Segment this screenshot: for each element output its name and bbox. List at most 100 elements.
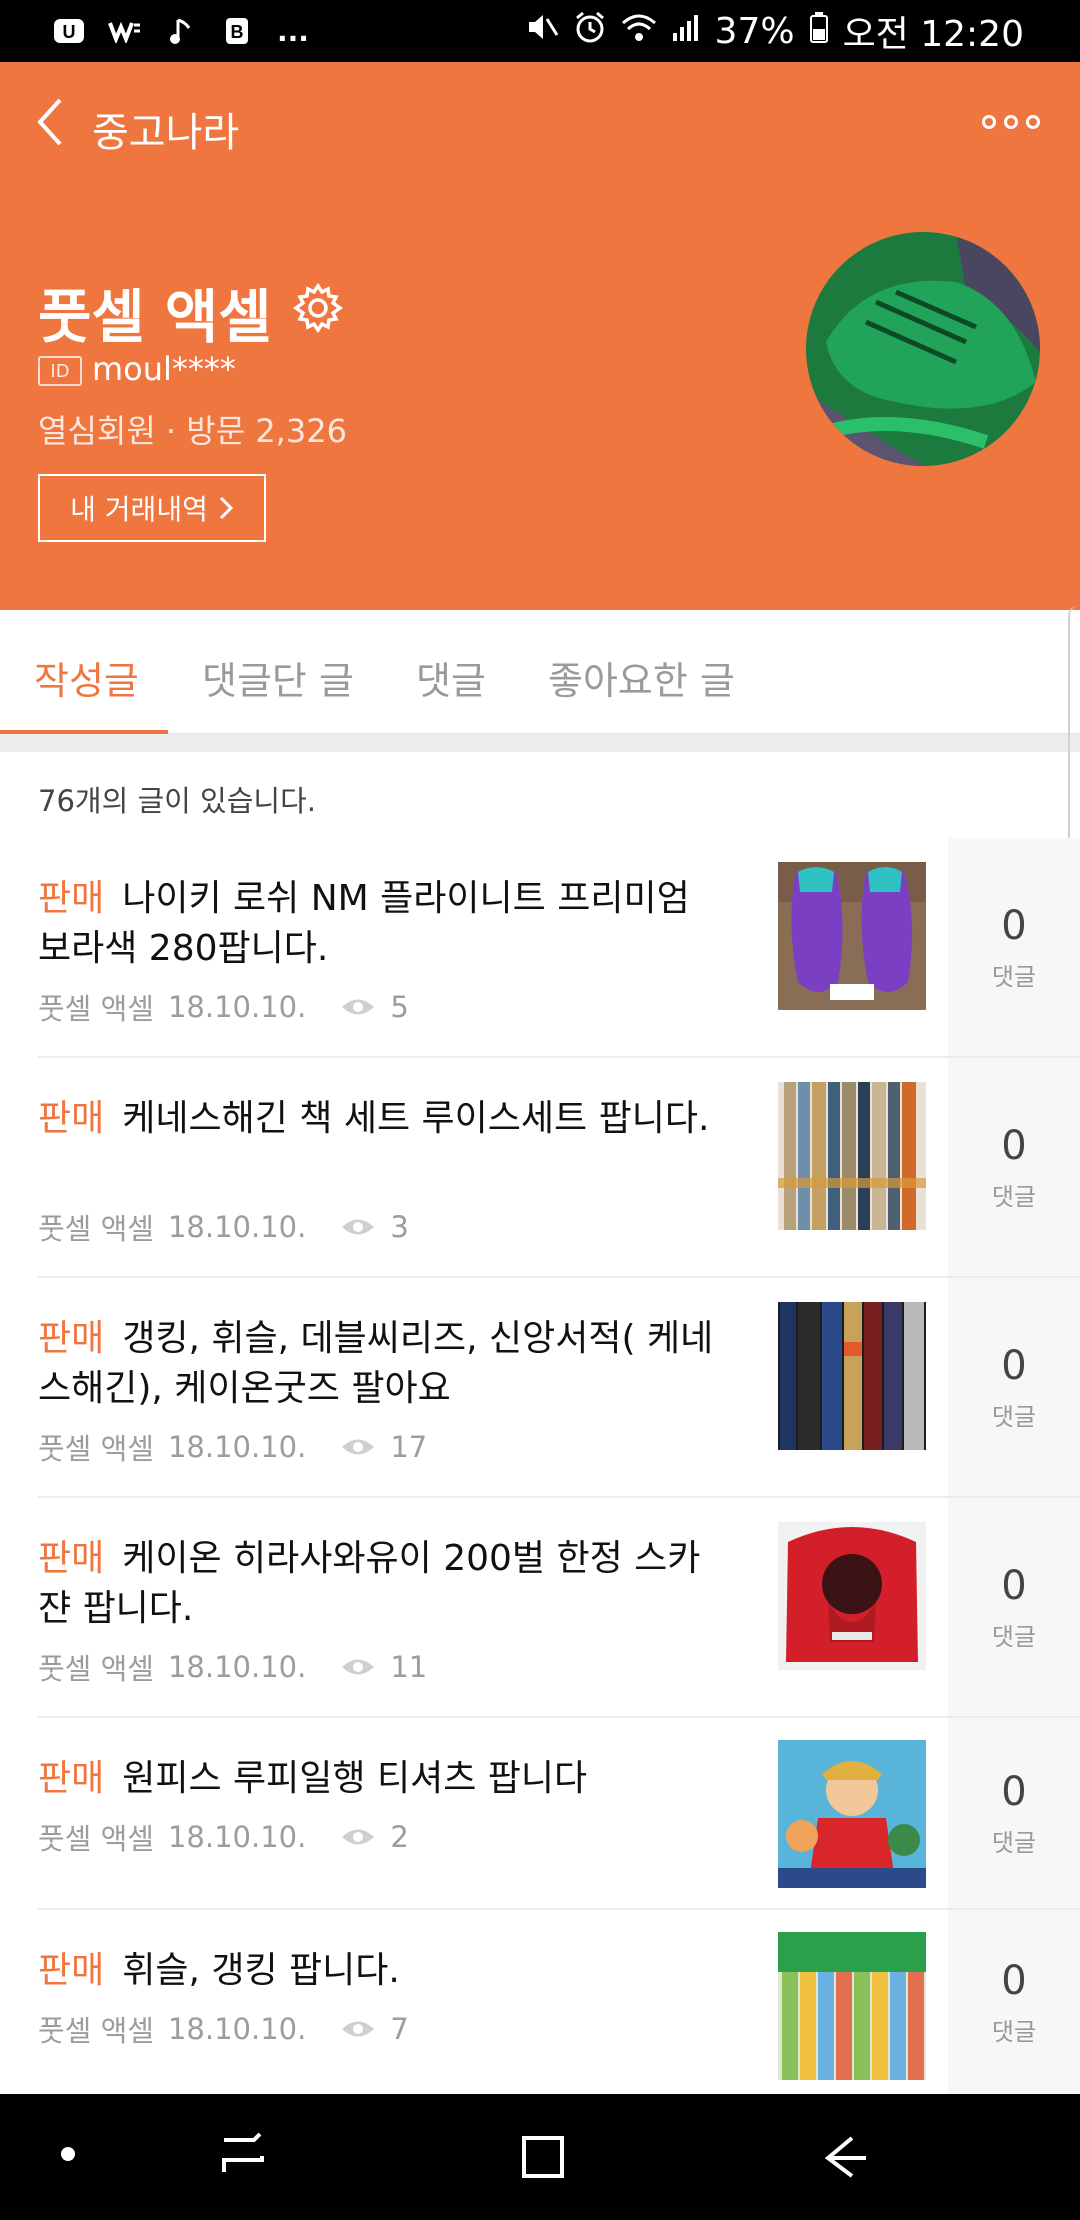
post-thumbnail[interactable] <box>778 1082 926 1230</box>
comment-count-box[interactable]: 0 댓글 <box>948 1718 1080 1908</box>
post-views: 11 <box>390 1650 428 1684</box>
trade-history-button[interactable]: 내 거래내역 <box>38 474 266 542</box>
post-meta: 풋셀 액셀 18.10.10. 11 <box>38 1646 427 1688</box>
post-title[interactable]: 판매 휘슬, 갱킹 팝니다. <box>38 1946 718 1996</box>
list-item[interactable]: 판매 나이키 로쉬 NM 플라이니트 프리미엄 보라색 280팝니다. 풋셀 액셀… <box>0 838 1080 1058</box>
battery-icon <box>809 11 829 52</box>
comment-count-box[interactable]: 0 댓글 <box>948 1910 1080 2094</box>
post-title-text: 갱킹, 휘슬, 데블씨리즈, 신앙서적( 케네스해긴), 케이온굿즈 팔아요 <box>38 1318 714 1409</box>
avatar[interactable] <box>806 232 1040 466</box>
id-badge: ID <box>38 356 82 386</box>
back-icon[interactable] <box>818 2132 878 2182</box>
list-item[interactable]: 판매 휘슬, 갱킹 팝니다. 풋셀 액셀 18.10.10. 7 0 댓글 <box>0 1910 1080 2094</box>
eye-icon <box>342 1439 375 1455</box>
status-left-icons: U B ... <box>52 10 310 52</box>
comment-label: 댓글 <box>991 2017 1037 2046</box>
status-right: 37% 오전 12:20 <box>525 8 1024 55</box>
post-date: 18.10.10. <box>167 2012 307 2046</box>
user-id: moul**** <box>92 350 236 388</box>
comment-count-box[interactable]: 0 댓글 <box>948 1498 1080 1716</box>
post-views: 2 <box>390 1820 409 1854</box>
post-title[interactable]: 판매 나이키 로쉬 NM 플라이니트 프리미엄 보라색 280팝니다. <box>38 874 718 974</box>
post-title-text: 케네스해긴 책 세트 루이스세트 팝니다. <box>122 1098 710 1139</box>
post-thumbnail[interactable] <box>778 1302 926 1450</box>
more-options-button[interactable] <box>982 110 1042 134</box>
svg-text:B: B <box>231 22 244 42</box>
comment-label: 댓글 <box>991 1622 1037 1651</box>
gear-icon[interactable] <box>292 282 344 334</box>
post-category: 판매 <box>38 1758 105 1799</box>
recent-apps-icon[interactable] <box>214 2132 274 2182</box>
post-thumbnail[interactable] <box>778 1740 926 1888</box>
more-dot-icon <box>1026 115 1040 129</box>
music-icon <box>164 16 198 46</box>
post-meta: 풋셀 액셀 18.10.10. 3 <box>38 1206 409 1248</box>
post-title-text: 휘슬, 갱킹 팝니다. <box>122 1950 400 1991</box>
post-thumbnail[interactable] <box>778 862 926 1010</box>
post-category: 판매 <box>38 878 105 919</box>
dot-icon[interactable] <box>52 2132 112 2182</box>
chevron-left-icon <box>37 98 62 146</box>
post-title-text: 원피스 루피일행 티셔츠 팝니다 <box>122 1758 588 1799</box>
home-icon[interactable] <box>514 2132 574 2182</box>
post-meta: 풋셀 액셀 18.10.10. 7 <box>38 2008 409 2050</box>
eye-icon <box>342 999 375 1015</box>
post-author: 풋셀 액셀 <box>38 1822 154 1856</box>
post-date: 18.10.10. <box>167 1210 307 1244</box>
tab-liked-posts[interactable]: 좋아요한 글 <box>548 650 735 705</box>
tab-comments[interactable]: 댓글 <box>416 650 486 705</box>
comment-count-box[interactable]: 0 댓글 <box>948 1058 1080 1276</box>
post-author: 풋셀 액셀 <box>38 2014 154 2048</box>
post-category: 판매 <box>38 1538 105 1579</box>
eye-icon <box>342 1659 375 1675</box>
post-meta: 풋셀 액셀 18.10.10. 2 <box>38 1816 409 1858</box>
eye-icon <box>342 2021 375 2037</box>
post-meta: 풋셀 액셀 18.10.10. 5 <box>38 986 409 1028</box>
post-title[interactable]: 판매 갱킹, 휘슬, 데블씨리즈, 신앙서적( 케네스해긴), 케이온굿즈 팔아요 <box>38 1314 718 1414</box>
post-views: 17 <box>390 1430 428 1464</box>
comment-label: 댓글 <box>991 1828 1037 1857</box>
section-divider <box>0 734 1080 752</box>
alarm-icon <box>573 10 607 53</box>
chevron-right-icon <box>219 496 233 520</box>
post-author: 풋셀 액셀 <box>38 1652 154 1686</box>
list-item[interactable]: 판매 케이온 히라사와유이 200벌 한정 스카쟌 팝니다. 풋셀 액셀 18.1… <box>0 1498 1080 1718</box>
more-dot-icon <box>1004 115 1018 129</box>
post-title[interactable]: 판매 케네스해긴 책 세트 루이스세트 팝니다. <box>38 1094 718 1144</box>
comment-count-box[interactable]: 0 댓글 <box>948 838 1080 1056</box>
comment-count: 0 <box>1001 1562 1027 1609</box>
mute-icon <box>525 11 559 52</box>
post-views: 5 <box>390 990 409 1024</box>
comment-label: 댓글 <box>991 962 1037 991</box>
post-title[interactable]: 판매 원피스 루피일행 티셔츠 팝니다 <box>38 1754 718 1804</box>
list-item[interactable]: 판매 원피스 루피일행 티셔츠 팝니다 풋셀 액셀 18.10.10. 2 0 댓… <box>0 1718 1080 1910</box>
profile-name: 풋셀 액셀 <box>38 283 272 351</box>
wifi-icon <box>621 11 657 52</box>
comment-label: 댓글 <box>991 1402 1037 1431</box>
system-nav-bar <box>0 2094 1080 2220</box>
post-date: 18.10.10. <box>167 1650 307 1684</box>
cafe-title[interactable]: 중고나라 <box>92 100 239 158</box>
more-notifications: ... <box>277 14 309 48</box>
post-date: 18.10.10. <box>167 1430 307 1464</box>
post-title[interactable]: 판매 케이온 히라사와유이 200벌 한정 스카쟌 팝니다. <box>38 1534 718 1634</box>
list-item[interactable]: 판매 갱킹, 휘슬, 데블씨리즈, 신앙서적( 케네스해긴), 케이온굿즈 팔아요… <box>0 1278 1080 1498</box>
list-item[interactable]: 판매 케네스해긴 책 세트 루이스세트 팝니다. 풋셀 액셀 18.10.10. … <box>0 1058 1080 1278</box>
post-count: 76개의 글이 있습니다. <box>38 784 316 818</box>
post-category: 판매 <box>38 1098 105 1139</box>
more-dot-icon <box>982 115 996 129</box>
post-author: 풋셀 액셀 <box>38 1212 154 1246</box>
post-thumbnail[interactable] <box>778 1522 926 1670</box>
eye-icon <box>342 1219 375 1235</box>
post-author: 풋셀 액셀 <box>38 1432 154 1466</box>
comment-count-box[interactable]: 0 댓글 <box>948 1278 1080 1496</box>
comment-label: 댓글 <box>991 1182 1037 1211</box>
back-button[interactable] <box>30 92 76 152</box>
tab-commented-posts[interactable]: 댓글단 글 <box>202 650 354 705</box>
post-category: 판매 <box>38 1318 105 1359</box>
trade-history-label: 내 거래내역 <box>70 493 208 526</box>
post-thumbnail[interactable] <box>778 1932 926 2080</box>
tab-written-posts[interactable]: 작성글 <box>34 650 139 705</box>
comment-count: 0 <box>1001 902 1027 949</box>
svg-text:U: U <box>63 22 76 42</box>
